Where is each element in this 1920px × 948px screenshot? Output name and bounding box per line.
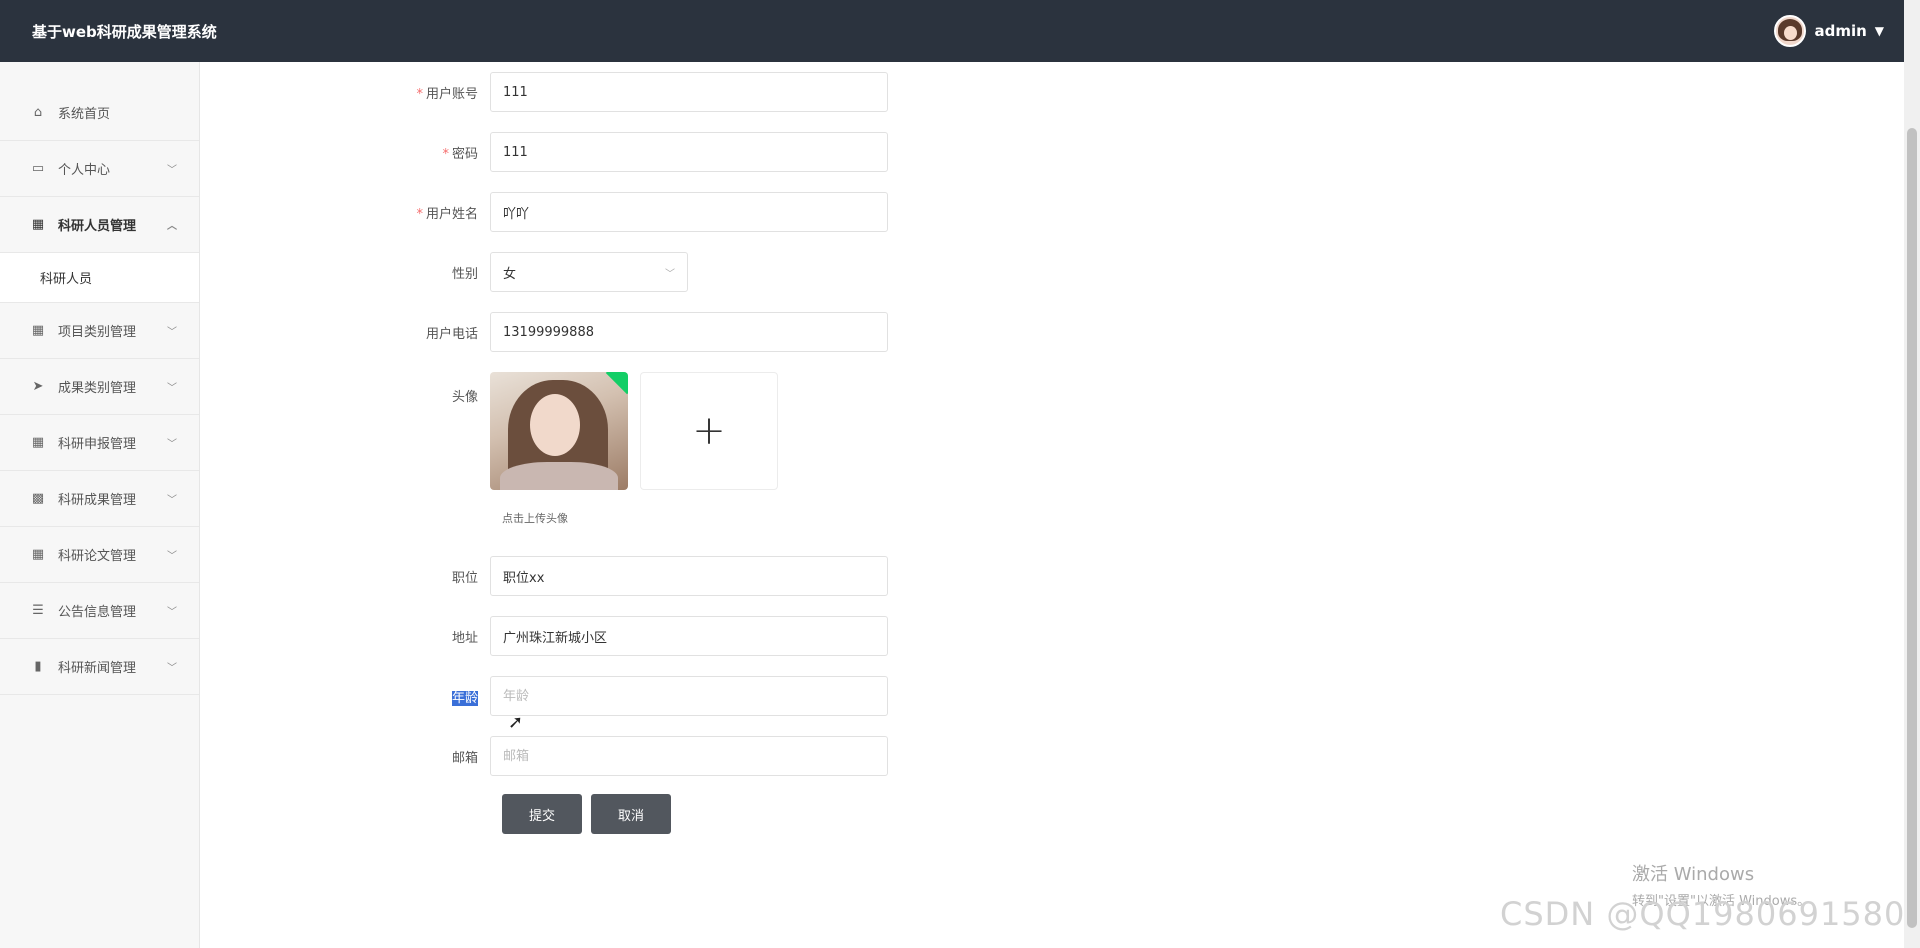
sidebar-item-home[interactable]: ⌂ 系统首页	[0, 85, 199, 141]
top-header: 基于web科研成果管理系统 admin ▼	[0, 0, 1904, 62]
sliders-icon: ☰	[32, 603, 44, 618]
username[interactable]: admin	[1814, 22, 1866, 40]
name-input[interactable]	[490, 192, 888, 232]
grid-icon: ▦	[31, 323, 45, 338]
chevron-down-icon: ﹀	[167, 551, 177, 562]
sidebar-item-label: 公告信息管理	[58, 605, 137, 620]
sidebar-item-label: 科研人员	[40, 272, 93, 287]
sidebar-item-label: 成果类别管理	[58, 381, 137, 396]
chevron-down-icon: ﹀	[167, 439, 177, 450]
form-row-position: 职位	[400, 556, 1000, 596]
sidebar-item-project-category[interactable]: ▦ 项目类别管理 ﹀	[0, 303, 199, 359]
account-label: * 用户账号	[416, 86, 478, 102]
chevron-down-icon: ﹀	[665, 268, 675, 280]
sidebar-item-label: 科研论文管理	[58, 549, 137, 564]
form-row-name: * 用户姓名	[400, 192, 1000, 232]
sidebar: ⌂ 系统首页 ▭ 个人中心 ﹀ ▦ 科研人员管理 ︿ 科研人员 ▦ 项目类别管理…	[0, 62, 200, 948]
required-mark: *	[416, 206, 423, 222]
home-icon: ⌂	[33, 105, 43, 120]
upload-avatar-button[interactable]: +	[640, 372, 778, 490]
account-input[interactable]	[490, 72, 888, 112]
sidebar-item-label: 科研人员管理	[58, 219, 137, 234]
position-input[interactable]	[490, 556, 888, 596]
gender-select[interactable]: 女 ﹀	[490, 252, 688, 292]
chevron-down-icon: ﹀	[167, 607, 177, 618]
sidebar-item-label: 项目类别管理	[58, 325, 137, 340]
app-title: 基于web科研成果管理系统	[32, 22, 217, 41]
sidebar-item-label: 科研成果管理	[58, 493, 137, 508]
sidebar-item-announcement[interactable]: ☰ 公告信息管理 ﹀	[0, 583, 199, 639]
sidebar-item-research-application[interactable]: ▦ 科研申报管理 ﹀	[0, 415, 199, 471]
chevron-down-icon: ﹀	[167, 495, 177, 506]
form-row-avatar: 头像 +	[400, 372, 1000, 490]
required-mark: *	[442, 146, 449, 162]
chevron-down-icon: ﹀	[167, 165, 177, 176]
sidebar-item-research-achievement[interactable]: ▩ 科研成果管理 ﹀	[0, 471, 199, 527]
required-mark: *	[416, 86, 423, 102]
age-input[interactable]	[490, 676, 888, 716]
address-label: 地址	[451, 630, 478, 646]
send-icon: ➤	[32, 379, 44, 394]
age-label: 年龄	[451, 690, 478, 706]
form-row-account: * 用户账号	[400, 72, 1000, 112]
gender-label: 性别	[451, 266, 478, 282]
form-row-gender: 性别 女 ﹀	[400, 252, 1000, 292]
chevron-down-icon: ﹀	[167, 383, 177, 394]
grid-icon: ▦	[31, 217, 45, 232]
sidebar-item-research-news[interactable]: ▮ 科研新闻管理 ﹀	[0, 639, 199, 695]
avatar-preview-image[interactable]	[490, 372, 628, 490]
page-scrollbar[interactable]	[1904, 0, 1920, 948]
position-label: 职位	[451, 570, 478, 586]
chevron-up-icon: ︿	[167, 221, 177, 232]
form-row-email: 邮箱	[400, 736, 1000, 776]
sidebar-item-label: 科研申报管理	[58, 437, 137, 452]
form-row-phone: 用户电话	[400, 312, 1000, 352]
grid-icon: ▦	[31, 435, 45, 450]
email-label: 邮箱	[451, 750, 478, 766]
email-input[interactable]	[490, 736, 888, 776]
form-row-age: 年龄	[400, 676, 1000, 716]
user-form: *用户账号 *密码 *用户姓名 性别 女 ﹀ 用户电话 头像 + 点击上传头像 …	[400, 72, 1000, 834]
sidebar-item-research-paper[interactable]: ▦ 科研论文管理 ﹀	[0, 527, 199, 583]
cancel-button[interactable]: 取消	[591, 794, 671, 834]
form-row-address: 地址	[400, 616, 1000, 656]
csdn-watermark: CSDN @QQ1980691580	[1500, 895, 1906, 933]
sidebar-subitem-researcher[interactable]: 科研人员	[0, 253, 199, 303]
sidebar-item-label: 系统首页	[58, 107, 111, 122]
phone-label: 用户电话	[425, 326, 478, 342]
name-label: * 用户姓名	[416, 206, 478, 222]
form-actions: 提交 取消	[502, 794, 1000, 834]
upload-hint: 点击上传头像	[502, 512, 568, 525]
scrollbar-thumb[interactable]	[1907, 128, 1917, 928]
apps-icon: ▩	[31, 491, 45, 506]
password-input[interactable]	[490, 132, 888, 172]
chevron-down-icon: ﹀	[167, 663, 177, 674]
watermark-line: 激活 Windows	[1632, 864, 1755, 885]
sidebar-item-label: 科研新闻管理	[58, 661, 137, 676]
mouse-cursor-icon: ➚	[508, 712, 524, 733]
caret-down-icon[interactable]: ▼	[1875, 24, 1884, 38]
password-label: * 密码	[442, 146, 478, 162]
upload-success-badge	[605, 372, 628, 395]
gender-select-value: 女	[503, 266, 517, 282]
sidebar-item-achievement-category[interactable]: ➤ 成果类别管理 ﹀	[0, 359, 199, 415]
sidebar-item-researcher-management[interactable]: ▦ 科研人员管理 ︿	[0, 197, 199, 253]
user-menu[interactable]: admin ▼	[1774, 15, 1884, 47]
user-avatar[interactable]	[1774, 15, 1807, 47]
card-icon: ▭	[31, 161, 45, 176]
address-input[interactable]	[490, 616, 888, 656]
sidebar-item-personal-center[interactable]: ▭ 个人中心 ﹀	[0, 141, 199, 197]
avatar-label: 头像	[451, 390, 478, 405]
form-row-password: * 密码	[400, 132, 1000, 172]
chevron-down-icon: ﹀	[167, 327, 177, 338]
phone-input[interactable]	[490, 312, 888, 352]
submit-button[interactable]: 提交	[502, 794, 582, 834]
sidebar-item-label: 个人中心	[58, 163, 111, 178]
bar-chart-icon: ▮	[34, 659, 42, 674]
grid-icon: ▦	[31, 547, 45, 562]
